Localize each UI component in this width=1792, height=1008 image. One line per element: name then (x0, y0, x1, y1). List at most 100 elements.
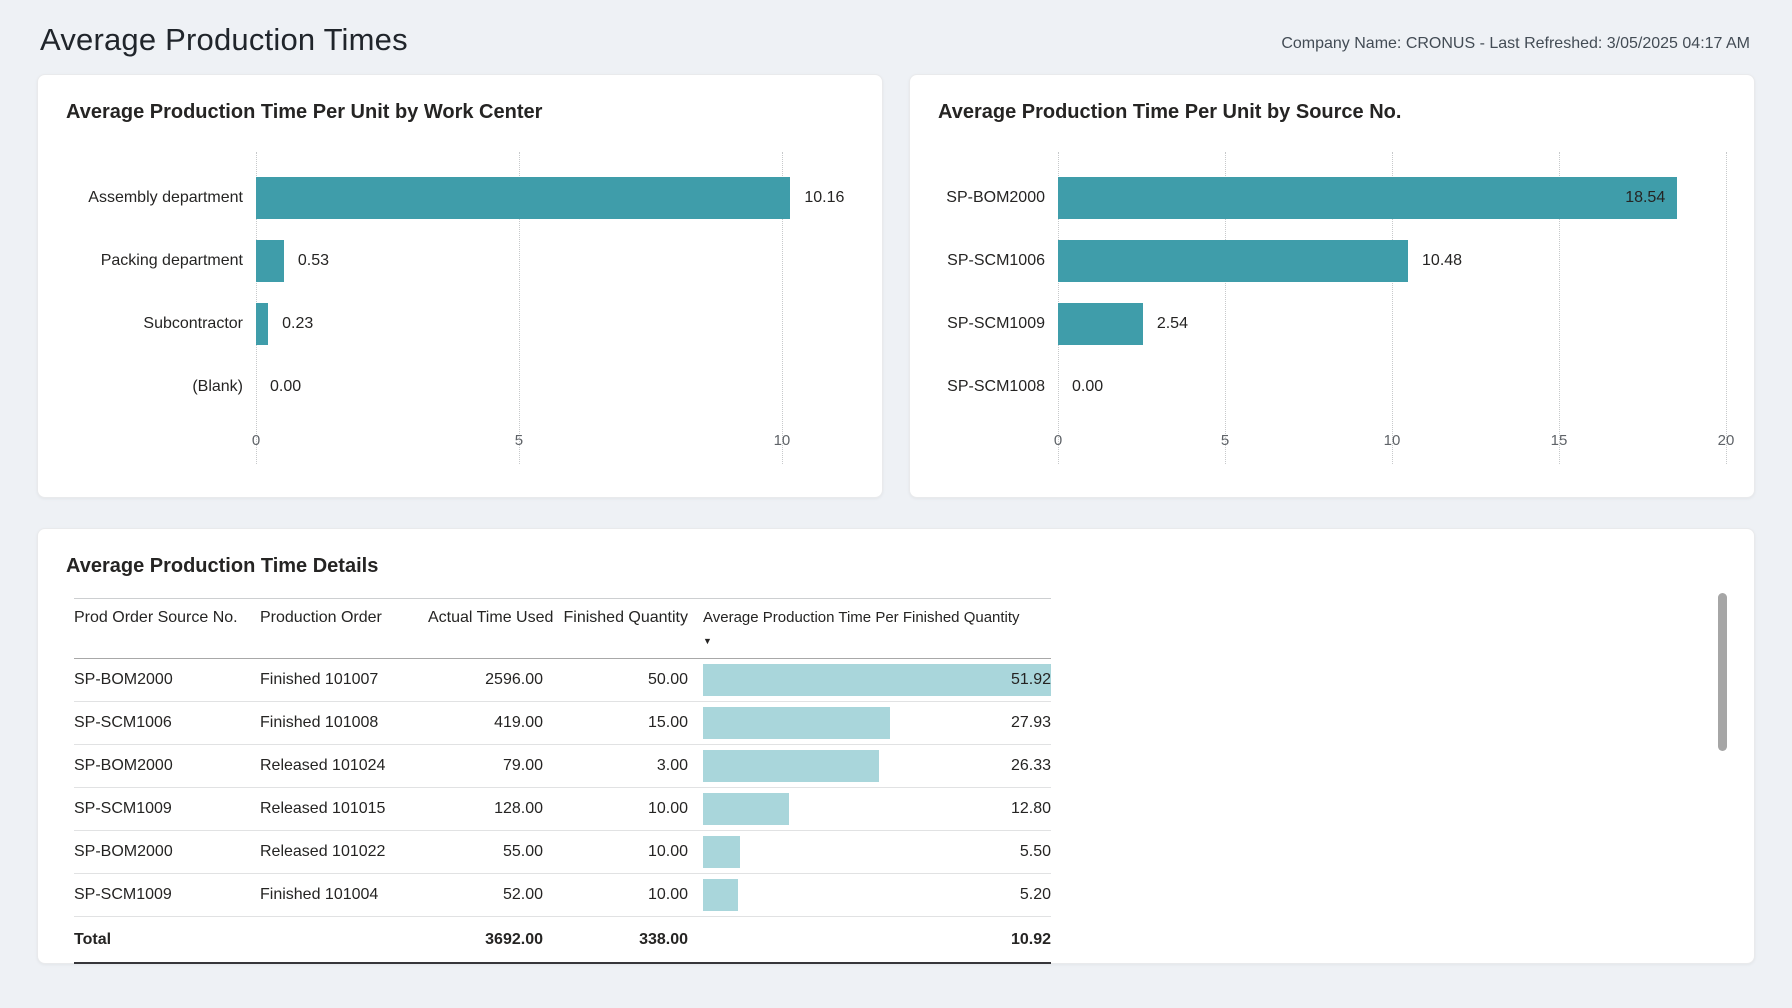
category-label: SP-SCM1009 (938, 315, 1058, 333)
table-row[interactable]: SP-BOM2000Released 10102255.0010.00 5.50 (74, 830, 1051, 873)
table-cell: Finished 101008 (260, 714, 428, 732)
table-cell-value: 12.80 (1011, 788, 1051, 830)
table-cell: 3.00 (543, 757, 688, 775)
category-label: (Blank) (66, 378, 256, 396)
bar-track: 0.00 (1058, 366, 1726, 408)
bar-value-label: 0.00 (1072, 378, 1103, 396)
bar-value-label: 10.48 (1422, 252, 1462, 270)
chart-bar[interactable] (256, 240, 284, 282)
category-label: Subcontractor (66, 315, 256, 333)
source-no-chart: SP-BOM200018.54 SP-SCM1006 10.48 SP-SCM1009… (938, 166, 1726, 454)
column-header[interactable]: Actual Time Used (428, 608, 543, 651)
bar-track: 18.54 (1058, 177, 1726, 219)
chart-bar[interactable] (1058, 240, 1408, 282)
column-header[interactable]: Finished Quantity (543, 608, 688, 651)
chart-title: Average Production Time Per Unit by Work… (66, 101, 854, 124)
table-data-bar (703, 750, 879, 782)
column-header-label: Actual Time Used (428, 609, 553, 626)
axis-tick-label: 15 (1551, 432, 1568, 449)
chart-bar-row: SP-SCM1009 2.54 (938, 292, 1726, 355)
category-label: SP-SCM1006 (938, 252, 1058, 270)
table-body: SP-BOM2000Finished 1010072596.0050.0051.… (74, 659, 1051, 964)
table-cell: SP-BOM2000 (74, 843, 260, 861)
bar-value-label: 10.16 (804, 189, 844, 207)
table-cell: Released 101022 (260, 843, 428, 861)
table-row[interactable]: SP-SCM1009Finished 10100452.0010.005.20 (74, 873, 1051, 916)
chart-bar-row: (Blank)0.00 (66, 355, 854, 418)
table-total-row: Total3692.00338.0010.92 (74, 916, 1051, 964)
table-cell: 50.00 (543, 671, 688, 689)
table-cell: 10.00 (543, 886, 688, 904)
chart-plot-area: Assembly department10.16 Packing departme… (66, 166, 854, 418)
table-cell-value: 5.20 (1020, 874, 1051, 916)
work-center-chart-card: Average Production Time Per Unit by Work… (37, 74, 883, 498)
table-cell: 5.50 (688, 831, 1051, 873)
chart-plot-area: SP-BOM200018.54 SP-SCM1006 10.48 SP-SCM1009… (938, 166, 1726, 418)
table-cell: 52.00 (428, 886, 543, 904)
table-row[interactable]: SP-BOM2000Finished 1010072596.0050.0051.… (74, 659, 1051, 701)
chart-bar[interactable] (256, 177, 790, 219)
table-cell: Released 101024 (260, 757, 428, 775)
table-data-bar (703, 836, 740, 868)
table-cell-value: 5.50 (1020, 831, 1051, 873)
table-cell: SP-SCM1006 (74, 714, 260, 732)
table-cell: 10.92 (688, 919, 1051, 961)
chart-bar-row: SP-SCM10080.00 (938, 355, 1726, 418)
table-cell: 2596.00 (428, 671, 543, 689)
column-header[interactable]: Average Production Time Per Finished Qua… (688, 608, 1051, 651)
bar-value-label: 0.23 (282, 315, 313, 333)
category-label: Packing department (66, 252, 256, 270)
table-data-bar (703, 879, 738, 911)
axis-tick-label: 0 (252, 432, 260, 449)
chart-bar[interactable] (256, 303, 268, 345)
chart-title: Average Production Time Per Unit by Sour… (938, 101, 1726, 124)
table-data-bar (703, 707, 890, 739)
axis-tick-label: 0 (1054, 432, 1062, 449)
source-no-chart-card: Average Production Time Per Unit by Sour… (909, 74, 1755, 498)
table-cell-value: 26.33 (1011, 745, 1051, 787)
table-scrollbar-thumb[interactable] (1718, 593, 1727, 751)
details-table: Prod Order Source No. Production Order Act… (74, 598, 1051, 964)
chart-bar-row: Assembly department10.16 (66, 166, 854, 229)
column-header[interactable]: Production Order (260, 608, 428, 651)
column-header-label: Production Order (260, 609, 382, 626)
details-table-card: Average Production Time Details Prod Ord… (37, 528, 1755, 964)
table-row[interactable]: SP-SCM1009Released 101015128.0010.0012.8… (74, 787, 1051, 830)
axis-tick-label: 20 (1718, 432, 1735, 449)
table-cell: 26.33 (688, 745, 1051, 787)
chart-bar-row: Subcontractor 0.23 (66, 292, 854, 355)
bar-track: 0.23 (256, 303, 854, 345)
bar-track: 2.54 (1058, 303, 1726, 345)
page-title: Average Production Times (40, 22, 408, 58)
bar-value-label: 2.54 (1157, 315, 1188, 333)
table-cell: SP-BOM2000 (74, 757, 260, 775)
table-cell: 5.20 (688, 874, 1051, 916)
table-cell: SP-BOM2000 (74, 671, 260, 689)
bar-track: 0.53 (256, 240, 854, 282)
chart-x-axis: 0510 (256, 432, 854, 454)
chart-bar[interactable] (1058, 303, 1143, 345)
table-cell: 3692.00 (428, 931, 543, 949)
table-cell: 10.00 (543, 800, 688, 818)
chart-bar-row: SP-SCM1006 10.48 (938, 229, 1726, 292)
table-cell: SP-SCM1009 (74, 800, 260, 818)
charts-row: Average Production Time Per Unit by Work… (37, 74, 1755, 498)
table-cell: 27.93 (688, 702, 1051, 744)
table-data-bar (703, 793, 789, 825)
table-cell: 10.00 (543, 843, 688, 861)
table-cell: 79.00 (428, 757, 543, 775)
chart-bar[interactable] (1058, 177, 1677, 219)
table-cell: 338.00 (543, 931, 688, 949)
table-row[interactable]: SP-BOM2000Released 10102479.003.00 26.33 (74, 744, 1051, 787)
table-row[interactable]: SP-SCM1006Finished 101008419.0015.0027.9… (74, 701, 1051, 744)
table-header-row: Prod Order Source No. Production Order Act… (74, 598, 1051, 659)
chart-bar-row: SP-BOM200018.54 (938, 166, 1726, 229)
column-header-label: Average Production Time Per Finished Qua… (703, 609, 1020, 626)
table-cell: 419.00 (428, 714, 543, 732)
column-header-label: Prod Order Source No. (74, 609, 238, 626)
axis-tick-label: 10 (774, 432, 791, 449)
table-cell: 128.00 (428, 800, 543, 818)
table-cell: 55.00 (428, 843, 543, 861)
column-header[interactable]: Prod Order Source No. (74, 608, 260, 651)
table-cell: 12.80 (688, 788, 1051, 830)
